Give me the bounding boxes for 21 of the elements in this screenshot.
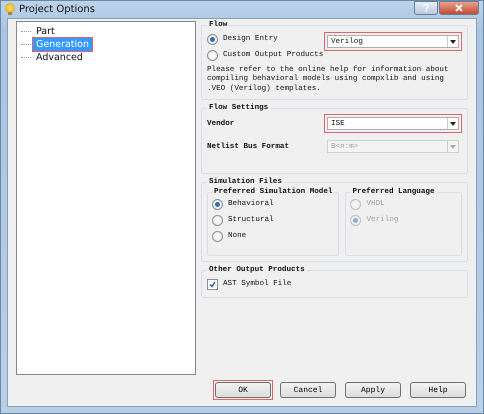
window-title: Project Options bbox=[19, 4, 95, 15]
tree-item[interactable]: Advanced bbox=[33, 51, 86, 64]
radio-button[interactable] bbox=[207, 34, 218, 44]
question-mark-icon bbox=[423, 4, 429, 12]
radio-button[interactable] bbox=[212, 198, 223, 210]
radio-button[interactable] bbox=[212, 214, 223, 226]
close-icon bbox=[455, 4, 463, 12]
lightbulb-icon bbox=[5, 3, 15, 16]
dialog-button[interactable]: Cancel bbox=[280, 382, 336, 398]
dropdown-arrow-icon bbox=[447, 141, 458, 152]
radio-button[interactable] bbox=[212, 230, 223, 242]
close-button[interactable] bbox=[439, 1, 479, 15]
help-button[interactable] bbox=[414, 1, 438, 15]
dropdown-arrow-icon bbox=[447, 118, 458, 130]
dialog-button[interactable]: Help bbox=[410, 382, 466, 398]
dialog-button[interactable]: Apply bbox=[345, 382, 401, 398]
checkbox[interactable] bbox=[207, 278, 218, 290]
dialog-button[interactable]: OK bbox=[215, 382, 271, 398]
tree-item[interactable]: Part bbox=[33, 25, 58, 38]
radio-button[interactable] bbox=[207, 50, 218, 60]
dropdown-arrow-icon bbox=[447, 36, 458, 47]
